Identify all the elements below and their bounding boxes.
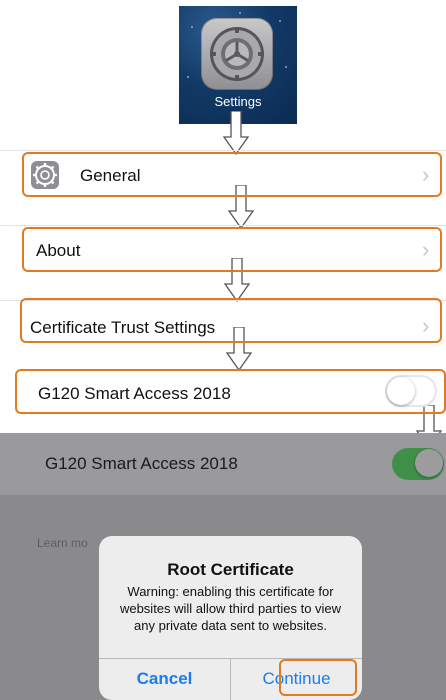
star-dot [285, 66, 287, 68]
continue-highlight-box [279, 659, 357, 696]
certificate-trust-settings-label[interactable]: Certificate Trust Settings [30, 318, 215, 338]
learn-more-link[interactable]: Learn mo [37, 536, 88, 550]
certificate-item-label: G120 Smart Access 2018 [38, 384, 231, 403]
cancel-button[interactable]: Cancel [99, 658, 230, 700]
gear-icon [201, 18, 273, 90]
settings-app-label: Settings [214, 94, 262, 109]
alert-title: Root Certificate [167, 560, 294, 579]
toggle-knob [415, 449, 443, 477]
down-arrow-icon [223, 111, 249, 155]
chevron-right-icon: › [422, 313, 430, 338]
star-dot [239, 12, 241, 14]
settings-app-icon[interactable]: Settings [179, 6, 297, 124]
row-separator [0, 225, 446, 226]
about-row-label[interactable]: About [36, 241, 80, 261]
row-separator [0, 150, 446, 151]
dimmed-certificate-label: G120 Smart Access 2018 [45, 454, 238, 473]
highlight-box [22, 227, 442, 272]
chevron-right-icon: › [422, 237, 430, 262]
star-dot [191, 26, 193, 28]
certificate-toggle-off[interactable] [385, 375, 437, 407]
chevron-right-icon: › [422, 162, 430, 187]
general-gear-icon [31, 161, 59, 189]
certificate-toggle-on[interactable] [392, 448, 444, 480]
alert-message: Warning: enabling this certificate for w… [119, 584, 342, 633]
general-row-label[interactable]: General [80, 166, 140, 186]
toggle-knob [387, 377, 415, 405]
star-dot [187, 76, 189, 78]
star-dot [279, 20, 281, 22]
